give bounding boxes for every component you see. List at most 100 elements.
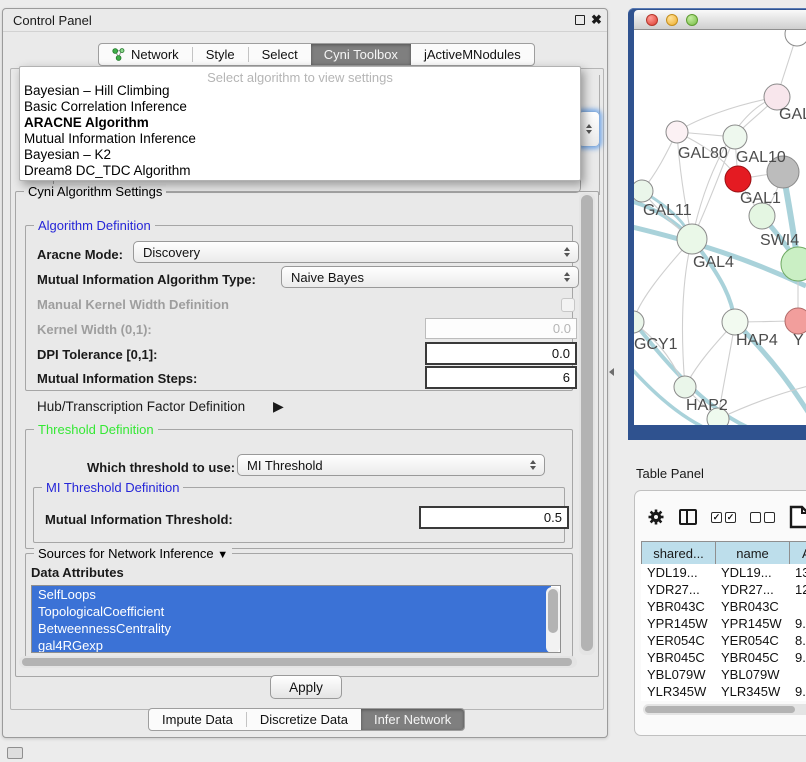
kernel-width-field[interactable]: 0.0 — [425, 318, 577, 339]
network-node-salmon[interactable] — [785, 308, 806, 334]
table-panel-title: Table Panel — [636, 466, 704, 481]
table-cell — [789, 700, 806, 701]
menu-item-mutual-information[interactable]: Mutual Information Inference — [24, 131, 196, 147]
menu-item-aracne[interactable]: ARACNE Algorithm — [24, 115, 149, 131]
network-node-gal4[interactable] — [677, 224, 707, 254]
column-header-shared[interactable]: shared... — [642, 542, 716, 564]
table-row[interactable]: YPR145W YPR145W 9. — [641, 615, 806, 632]
table-horizontal-scrollbar[interactable] — [643, 704, 806, 715]
mi-steps-label: Mutual Information Steps: — [37, 371, 197, 386]
manual-kernel-width-label: Manual Kernel Width Definition — [37, 297, 229, 312]
table-hscrollbar-thumb[interactable] — [645, 706, 795, 713]
table-cell: YLR345W — [715, 683, 789, 700]
list-vertical-scrollbar[interactable] — [546, 587, 560, 653]
table-row[interactable]: YBR045C YBR045C 9. — [641, 649, 806, 666]
gear-icon[interactable] — [647, 508, 665, 526]
menu-item-bayesian-hill-climbing[interactable]: Bayesian – Hill Climbing — [24, 83, 170, 99]
data-attributes-list[interactable]: SelfLoops TopologicalCoefficient Between… — [31, 585, 561, 653]
network-node-gal11[interactable] — [634, 180, 653, 202]
settings-vertical-scrollbar[interactable] — [579, 193, 595, 655]
data-attributes-label: Data Attributes — [31, 565, 124, 580]
panel-splitter-handle[interactable] — [609, 368, 614, 376]
node-label-hap4: HAP4 — [736, 332, 778, 349]
sources-group-title[interactable]: Sources for Network Inference ▼ — [34, 546, 232, 561]
node-label-swi4: SWI4 — [760, 232, 799, 249]
hub-definition-toggle[interactable]: Hub/Transcription Factor Definition — [37, 399, 245, 414]
column-header-a[interactable]: A — [790, 542, 806, 564]
tab-cyni-toolbox[interactable]: Cyni Toolbox — [311, 44, 411, 65]
deselect-all-checkboxes-icon[interactable] — [750, 512, 775, 523]
select-all-checkboxes-icon[interactable]: ✓ ✓ — [711, 512, 736, 523]
settings-vscrollbar-thumb[interactable] — [581, 195, 593, 651]
table-row[interactable]: YER054C YER054C 8. — [641, 632, 806, 649]
network-window-titlebar[interactable] — [634, 10, 806, 30]
mi-algorithm-type-combobox[interactable]: Naive Bayes — [281, 266, 579, 288]
algorithm-definition-title: Algorithm Definition — [34, 218, 155, 233]
column-layout-icon[interactable] — [679, 509, 697, 525]
table-row[interactable]: YLR345W YLR345W 9. — [641, 683, 806, 700]
mi-steps-value: 6 — [563, 370, 570, 385]
which-threshold-combobox[interactable]: MI Threshold — [237, 454, 545, 476]
list-item-gal4rgexp[interactable]: gal4RGexp — [32, 637, 551, 653]
algorithm-dropdown-popup: Select algorithm to view settings Bayesi… — [19, 66, 581, 181]
table-row[interactable]: YBR043C YBR043C — [641, 598, 806, 615]
mi-steps-field[interactable]: 6 — [425, 366, 577, 389]
list-item-topologicalcoefficient[interactable]: TopologicalCoefficient — [32, 603, 551, 620]
dpi-tolerance-field[interactable]: 0.0 — [425, 342, 577, 365]
kernel-width-label: Kernel Width (0,1): — [37, 322, 152, 337]
zoom-traffic-light[interactable] — [686, 14, 698, 26]
mi-threshold-field[interactable]: 0.5 — [419, 506, 569, 529]
minimized-panel-icon[interactable] — [7, 747, 23, 759]
tab-jactivemnodules-label: jActiveMNodules — [424, 47, 521, 62]
settings-horizontal-scrollbar[interactable] — [19, 656, 577, 668]
close-icon[interactable]: ✖ — [591, 12, 602, 28]
apply-button[interactable]: Apply — [270, 675, 342, 699]
close-traffic-light[interactable] — [646, 14, 658, 26]
table-cell: YIL052C — [641, 700, 715, 701]
menu-item-bayesian-k2[interactable]: Bayesian – K2 — [24, 147, 111, 163]
network-canvas[interactable]: GAL GAL80 GAL10 GAL1 GAL11 GAL4 SWI4 GCY… — [634, 30, 806, 425]
table-cell: YBR043C — [715, 598, 789, 615]
sources-title-label: Sources for Network Inference — [38, 546, 214, 561]
aracne-mode-combobox[interactable]: Discovery — [133, 241, 579, 263]
menu-item-basic-correlation[interactable]: Basic Correlation Inference — [24, 99, 187, 115]
table-row[interactable]: YDR27... YDR27... 12 — [641, 581, 806, 598]
apply-button-label: Apply — [289, 680, 323, 695]
list-item-selfloops[interactable]: SelfLoops — [32, 586, 551, 603]
float-icon[interactable] — [575, 15, 585, 25]
table-row[interactable]: YBL079W YBL079W — [641, 666, 806, 683]
manual-kernel-width-checkbox[interactable] — [561, 298, 575, 312]
list-item-betweennesscentrality[interactable]: BetweennessCentrality — [32, 620, 551, 637]
check-icon: ✓ — [727, 512, 735, 523]
tab-jactivemnodules[interactable]: jActiveMNodules — [411, 44, 534, 65]
minimize-traffic-light[interactable] — [666, 14, 678, 26]
network-node-hap2[interactable] — [674, 376, 696, 398]
column-header-name[interactable]: name — [716, 542, 790, 564]
obscured-combobox-spinner[interactable] — [578, 111, 600, 147]
which-threshold-label: Which threshold to use: — [87, 460, 235, 475]
table-cell: 12 — [789, 581, 806, 598]
control-panel-titlebar[interactable]: Control Panel ✖ — [3, 9, 607, 32]
cyni-algorithm-settings-title: Cyni Algorithm Settings — [24, 184, 166, 199]
tab-style[interactable]: Style — [193, 44, 248, 65]
tab-infer-network[interactable]: Infer Network — [361, 709, 464, 730]
document-icon[interactable] — [789, 505, 806, 529]
table-row[interactable]: YIL052C YIL052C — [641, 700, 806, 701]
table-cell: YBL079W — [641, 666, 715, 683]
network-node-partial-top[interactable] — [785, 30, 806, 46]
tab-select-label: Select — [262, 47, 298, 62]
node-label-hap2: HAP2 — [686, 397, 728, 414]
hub-expand-icon[interactable]: ▶ — [273, 398, 284, 415]
tab-discretize-data[interactable]: Discretize Data — [247, 709, 361, 730]
network-node-gal80[interactable] — [666, 121, 688, 143]
table-cell: 9. — [789, 615, 806, 632]
table-row[interactable]: YDL19... YDL19... 13 — [641, 564, 806, 581]
tab-network[interactable]: Network — [99, 44, 192, 65]
menu-item-dream8[interactable]: Dream8 DC_TDC Algorithm — [24, 163, 191, 179]
table-body: YDL19... YDL19... 13 YDR27... YDR27... 1… — [641, 564, 806, 701]
network-node-gal1-red[interactable] — [725, 166, 751, 192]
tab-impute-data[interactable]: Impute Data — [149, 709, 246, 730]
list-scrollbar-thumb[interactable] — [548, 589, 558, 633]
tab-select[interactable]: Select — [249, 44, 311, 65]
settings-hscrollbar-thumb[interactable] — [22, 658, 572, 666]
